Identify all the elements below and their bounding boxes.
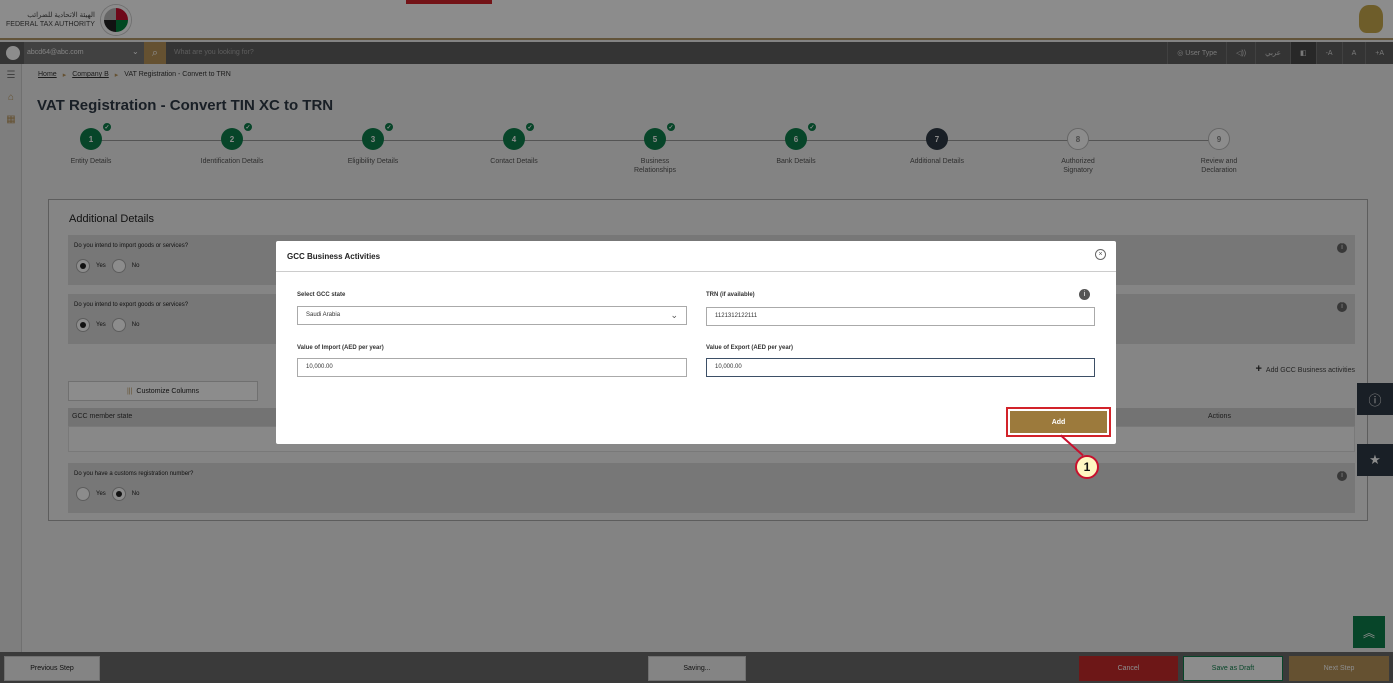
- trn-input[interactable]: 1121312122111: [706, 307, 1095, 326]
- gcc-state-select[interactable]: Saudi Arabia ⌄: [297, 306, 687, 325]
- export-value-label: Value of Export (AED per year): [706, 345, 794, 351]
- add-button[interactable]: Add: [1010, 411, 1107, 433]
- export-value-input[interactable]: 10,000.00: [706, 358, 1095, 377]
- gcc-activities-modal: GCC Business Activities × Select GCC sta…: [276, 241, 1116, 444]
- import-value-label: Value of Import (AED per year): [297, 345, 384, 351]
- modal-title: GCC Business Activities: [287, 252, 381, 261]
- gcc-state-label: Select GCC state: [297, 292, 346, 298]
- page: الهيئة الاتحادية للضرائب FEDERAL TAX AUT…: [0, 0, 1393, 683]
- callout-badge: 1: [1075, 455, 1099, 479]
- add-button-highlight: Add: [1006, 407, 1111, 437]
- gcc-state-value: Saudi Arabia: [306, 312, 341, 318]
- divider: [276, 271, 1116, 272]
- info-icon[interactable]: i: [1079, 289, 1090, 300]
- close-icon[interactable]: ×: [1095, 249, 1106, 260]
- import-value-input[interactable]: 10,000.00: [297, 358, 687, 377]
- chevron-down-icon: ⌄: [670, 310, 678, 320]
- trn-label: TRN (if available): [706, 292, 755, 298]
